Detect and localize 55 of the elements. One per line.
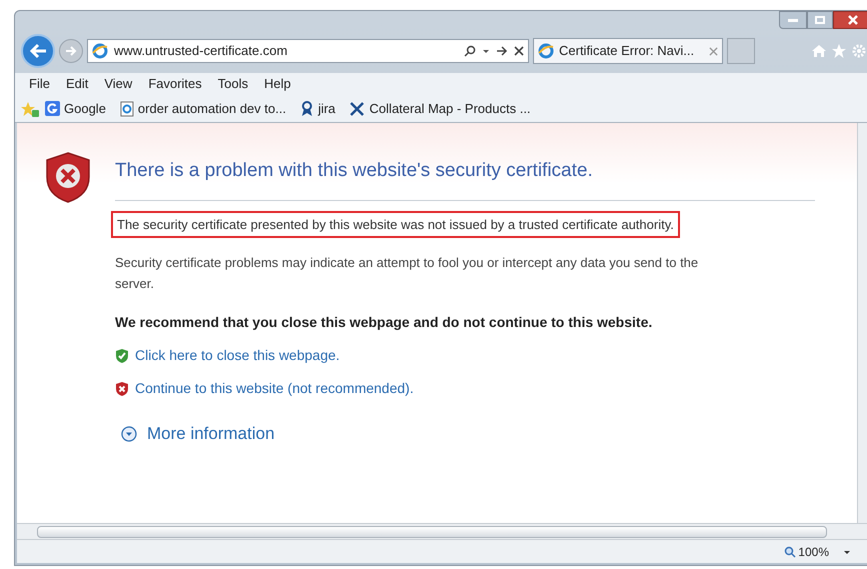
back-button[interactable] xyxy=(21,34,55,68)
favorite-link[interactable]: Collateral Map - Products ... xyxy=(349,98,531,118)
browser-icon xyxy=(92,43,108,59)
dropdown-icon[interactable] xyxy=(482,48,490,54)
menu-item[interactable]: File xyxy=(29,74,50,94)
menu-item[interactable]: Tools xyxy=(218,74,248,94)
minimize-button[interactable] xyxy=(779,11,807,29)
favorite-link[interactable]: jira xyxy=(300,98,336,118)
address-bar[interactable]: www.untrusted-certificate.com xyxy=(87,39,529,63)
shield-error-icon xyxy=(115,380,129,396)
warning-message: The security certificate presented by this website was not issued by a trusted certificate authority. xyxy=(117,216,674,234)
new-tab-button[interactable] xyxy=(727,38,755,64)
recommendation-text: We recommend that you close this webpage and do not continue to this website. xyxy=(115,313,654,332)
tab-title: Certificate Error: Navi... xyxy=(559,42,696,60)
vertical-scrollbar[interactable] xyxy=(857,123,867,523)
ribbon-icon xyxy=(300,100,314,116)
browser-icon xyxy=(538,43,554,59)
menu-item[interactable]: Edit xyxy=(66,74,88,94)
url-text: www.untrusted-certificate.com xyxy=(114,42,288,60)
g-letter-icon xyxy=(45,101,60,116)
stop-icon[interactable] xyxy=(514,46,524,56)
favorite-link[interactable]: order automation dev to... xyxy=(120,98,286,118)
browser-tab[interactable]: Certificate Error: Navi... xyxy=(533,38,723,64)
description-text: Security certificate problems may indicate an attempt to fool you or intercept any data you send to the server. xyxy=(115,254,700,293)
home-icon[interactable] xyxy=(811,44,827,58)
back-arrow-icon xyxy=(29,43,47,59)
close-icon xyxy=(848,15,858,25)
page-link[interactable]: Click here to close this webpage. xyxy=(135,345,340,366)
add-favorite-icon[interactable] xyxy=(21,100,39,116)
shield-check-icon xyxy=(115,348,129,364)
settings-icon[interactable] xyxy=(851,43,867,59)
favorite-link[interactable]: Google xyxy=(45,98,106,118)
menu-item[interactable]: View xyxy=(104,74,132,94)
page-link[interactable]: Continue to this website (not recommended). xyxy=(135,378,414,399)
shield-error-icon xyxy=(45,151,91,203)
search-icon[interactable] xyxy=(464,45,476,57)
more-information-link[interactable]: More information xyxy=(121,421,815,446)
menu-item[interactable]: Favorites xyxy=(148,74,202,94)
forward-arrow-icon xyxy=(65,46,77,56)
close-button[interactable] xyxy=(833,11,867,29)
page-icon xyxy=(120,100,134,116)
horizontal-scrollbar[interactable] xyxy=(17,523,867,539)
maximize-button[interactable] xyxy=(807,11,833,29)
zoom-icon xyxy=(784,546,796,558)
crossed-tools-icon xyxy=(349,100,366,116)
close-icon[interactable] xyxy=(709,46,718,56)
star-icon[interactable] xyxy=(831,43,847,59)
page-heading: There is a problem with this website's security certificate. xyxy=(115,157,815,200)
menu-item[interactable]: Help xyxy=(264,74,291,94)
zoom-level[interactable]: 100% xyxy=(798,542,829,560)
scrollbar-thumb[interactable] xyxy=(37,526,827,538)
dropdown-icon[interactable] xyxy=(843,548,851,554)
expand-icon xyxy=(121,426,137,442)
forward-button[interactable] xyxy=(59,39,83,63)
go-arrow-icon[interactable] xyxy=(496,46,508,56)
